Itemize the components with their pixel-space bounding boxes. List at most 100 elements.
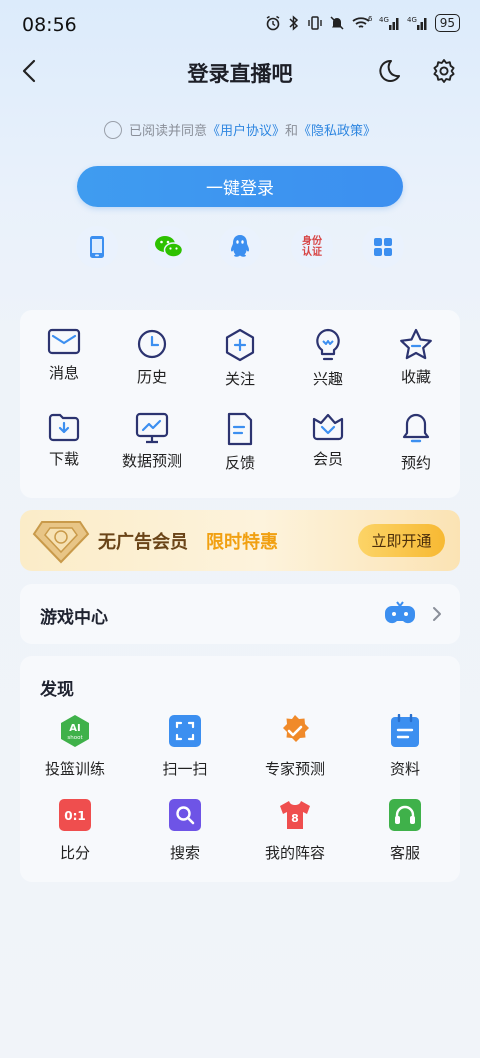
- download-icon: [46, 412, 82, 442]
- discover-item-search[interactable]: 搜索: [130, 798, 240, 868]
- alarm-icon: [265, 14, 281, 32]
- top-bar: 登录直播吧: [0, 52, 480, 92]
- discover-item-scan[interactable]: 扫一扫: [130, 714, 240, 784]
- agreement-prefix: 已阅读并同意: [128, 124, 207, 139]
- grid-item-interests[interactable]: 兴趣: [284, 310, 372, 388]
- gear-icon: [433, 59, 455, 83]
- privacy-policy-link[interactable]: 《隐私政策》: [298, 120, 376, 139]
- grid-item-feedback[interactable]: 反馈: [196, 394, 284, 472]
- svg-text:8: 8: [291, 812, 299, 825]
- chevron-left-icon: [22, 59, 36, 83]
- vip-banner[interactable]: 无广告会员 限时特惠 立即开通: [20, 510, 460, 571]
- grid-item-reservation[interactable]: 预约: [372, 394, 460, 472]
- grid-item-label: 预约: [400, 454, 431, 472]
- follow-icon: [222, 328, 258, 362]
- discover-item-label: 专家预测: [264, 760, 325, 778]
- search-icon: [168, 798, 202, 832]
- game-center-row[interactable]: 游戏中心: [20, 584, 460, 644]
- discover-item-lineup[interactable]: 8 我的阵容: [240, 798, 350, 868]
- diamond-icon: [32, 516, 90, 566]
- phone-login-button[interactable]: [76, 226, 118, 268]
- one-click-login-button[interactable]: 一键登录: [77, 166, 403, 207]
- svg-text:6: 6: [368, 15, 373, 23]
- discover-item-score[interactable]: 0:1 比分: [20, 798, 130, 868]
- wifi-icon: 6: [351, 14, 373, 32]
- svg-text:0:1: 0:1: [64, 809, 86, 823]
- jersey-icon: 8: [278, 798, 312, 832]
- discover-item-label: 比分: [59, 844, 90, 862]
- status-time: 08:56: [22, 14, 77, 36]
- grid-item-history[interactable]: 历史: [108, 310, 196, 386]
- signal-icon-1: 4G: [379, 14, 401, 32]
- grid-item-label: 消息: [48, 364, 79, 382]
- grid-item-label: 收藏: [400, 368, 431, 386]
- grid-item-label: 数据预测: [121, 452, 182, 470]
- login-methods: 身份 认证: [0, 226, 480, 268]
- user-agreement-link[interactable]: 《用户协议》: [207, 120, 285, 139]
- qq-icon: [231, 235, 249, 257]
- grid-item-data-prediction[interactable]: 数据预测: [108, 394, 196, 470]
- discover-item-label: 投篮训练: [44, 760, 105, 778]
- discover-item-expert[interactable]: 专家预测: [240, 714, 350, 784]
- back-button[interactable]: [14, 56, 44, 86]
- more-login-button[interactable]: [362, 226, 404, 268]
- id-verify-icon: 身份 认证: [302, 236, 322, 258]
- grid-item-label: 兴趣: [312, 370, 343, 388]
- ai-shoot-icon: AI shoot: [58, 714, 92, 748]
- page-title: 登录直播吧: [187, 62, 293, 86]
- grid-item-downloads[interactable]: 下载: [20, 394, 108, 468]
- grid-item-label: 会员: [312, 450, 343, 468]
- discover-item-label: 搜索: [169, 844, 200, 862]
- night-mode-button[interactable]: [374, 56, 404, 86]
- discover-item-shooting[interactable]: AI shoot 投篮训练: [20, 714, 130, 784]
- battery-indicator: 95: [434, 14, 460, 32]
- chart-icon: [134, 412, 170, 444]
- chevron-right-icon: [430, 604, 444, 624]
- grid-item-label: 下载: [48, 450, 79, 468]
- more-apps-icon: [374, 238, 392, 256]
- svg-text:AI: AI: [69, 723, 80, 734]
- discover-section: 发现 AI shoot 投篮训练 扫一扫 专家预测 资料 0:1 比分 搜索 8…: [20, 656, 460, 882]
- bluetooth-icon: [287, 14, 301, 32]
- id-verify-button[interactable]: 身份 认证: [291, 226, 333, 268]
- star-icon: [398, 328, 434, 360]
- settings-button[interactable]: [429, 56, 459, 86]
- clock-icon: [134, 328, 170, 360]
- vip-title: 无广告会员: [98, 532, 188, 553]
- feedback-icon: [222, 412, 258, 446]
- agreement-and: 和: [285, 124, 299, 139]
- discover-item-label: 扫一扫: [162, 760, 208, 778]
- svg-text:shoot: shoot: [67, 735, 83, 741]
- discover-item-label: 资料: [389, 760, 420, 778]
- scan-icon: [168, 714, 202, 748]
- grid-item-favorites[interactable]: 收藏: [372, 310, 460, 386]
- bulb-icon: [310, 328, 346, 362]
- discover-item-data[interactable]: 资料: [350, 714, 460, 784]
- grid-item-follow[interactable]: 关注: [196, 310, 284, 388]
- data-icon: [388, 714, 422, 748]
- function-grid: 消息 历史 关注 兴趣 收藏 下载 数据预测 反馈 会员 预约: [20, 310, 460, 498]
- status-icons: 6 4G 4G 95: [265, 14, 460, 32]
- svg-text:4G: 4G: [379, 16, 389, 24]
- wechat-login-button[interactable]: [148, 226, 190, 268]
- qq-login-button[interactable]: [219, 226, 261, 268]
- moon-icon: [379, 59, 400, 82]
- wechat-icon: [155, 236, 184, 258]
- grid-item-membership[interactable]: 会员: [284, 394, 372, 468]
- expert-icon: [278, 714, 312, 748]
- grid-item-label: 反馈: [224, 454, 255, 472]
- vip-promo: 限时特惠: [206, 532, 278, 553]
- vip-open-button[interactable]: 立即开通: [358, 524, 445, 557]
- phone-icon: [90, 236, 104, 258]
- discover-item-support[interactable]: 客服: [350, 798, 460, 868]
- status-bar: 08:56 6 4G 4G 95: [0, 0, 480, 48]
- signal-icon-2: 4G: [407, 14, 429, 32]
- grid-item-messages[interactable]: 消息: [20, 310, 108, 382]
- agreement-row: 已阅读并同意 《用户协议》 和 《隐私政策》: [0, 120, 480, 139]
- grid-item-label: 历史: [136, 368, 167, 386]
- discover-item-label: 我的阵容: [264, 844, 325, 862]
- grid-item-label: 关注: [224, 370, 255, 388]
- mail-icon: [46, 328, 82, 356]
- discover-item-label: 客服: [389, 844, 420, 862]
- agree-radio[interactable]: [103, 120, 122, 139]
